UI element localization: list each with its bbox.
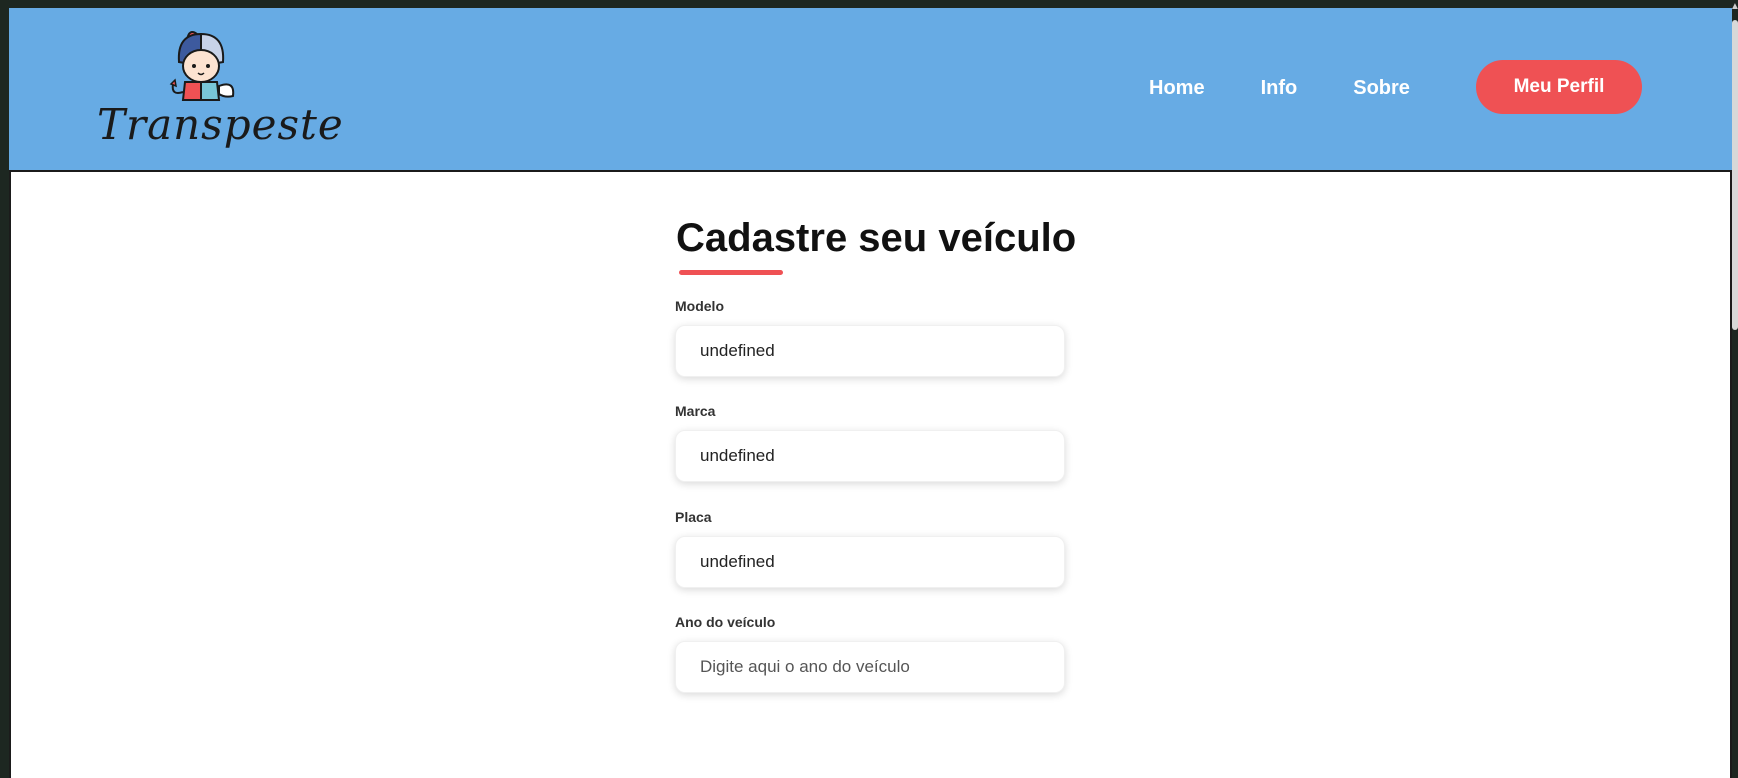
modelo-input[interactable] [675,325,1065,377]
placa-input[interactable] [675,536,1065,588]
nav-info[interactable]: Info [1261,77,1298,100]
page-viewport: Transpeste Home Info Sobre Meu Perfil Ca… [9,8,1732,778]
site-header: Transpeste Home Info Sobre Meu Perfil [9,8,1732,172]
scrollbar-thumb[interactable] [1732,20,1738,330]
scroll-up-arrow-icon[interactable]: ▲ [1730,0,1738,14]
profile-button[interactable]: Meu Perfil [1476,60,1642,114]
title-underline [679,270,783,275]
vehicle-form-section: Cadastre seu veículo Modelo Marca Placa … [9,172,1732,778]
ano-input[interactable] [675,641,1065,693]
placa-label: Placa [675,509,712,525]
ano-label: Ano do veículo [675,614,776,630]
main-nav: Home Info Sobre [1149,60,1466,116]
modelo-label: Modelo [675,298,724,314]
angel-devil-mascot-icon [169,31,235,101]
page-title: Cadastre seu veículo [676,216,1077,260]
nav-home[interactable]: Home [1149,77,1205,100]
brand-name: Transpeste [97,100,344,149]
brand-logo[interactable]: Transpeste [97,22,343,152]
nav-sobre[interactable]: Sobre [1353,77,1410,100]
marca-label: Marca [675,403,716,419]
marca-input[interactable] [675,430,1065,482]
